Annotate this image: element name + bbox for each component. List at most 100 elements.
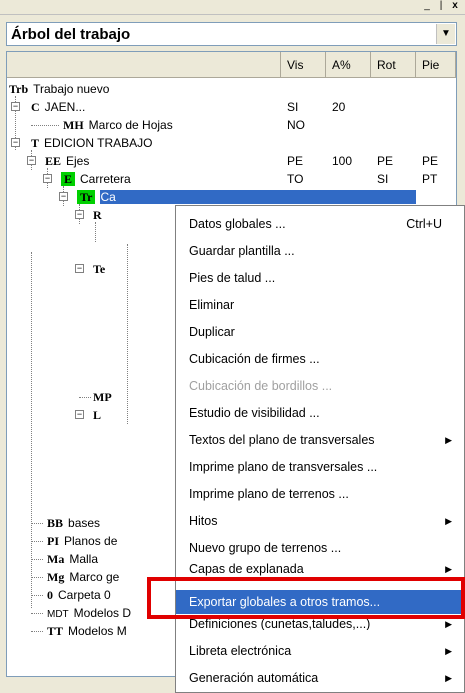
tree-line <box>79 397 91 398</box>
tree-row[interactable]: Trb Trabajo nuevo <box>7 80 456 98</box>
menu-item-imprime-plano-terrenos[interactable]: Imprime plano de terrenos ... <box>176 482 464 506</box>
header-rot[interactable]: Rot <box>371 52 416 78</box>
node-label: Carpeta 0 <box>58 588 111 602</box>
maximize-button[interactable]: | <box>434 1 448 12</box>
node-code: Mg <box>47 570 65 584</box>
node-code: Trb <box>9 82 29 96</box>
node-label: Ca <box>100 190 416 204</box>
node-label: bases <box>68 516 101 530</box>
menu-item-label: Capas de explanada <box>189 562 304 576</box>
node-code: MDT <box>47 609 69 620</box>
node-label: JAEN... <box>44 100 86 114</box>
menu-item-generacion-automatica[interactable]: Generación automática ▶ <box>176 666 464 690</box>
minimize-button[interactable]: _ <box>420 1 434 12</box>
tree-line <box>31 523 43 524</box>
header-a[interactable]: A% <box>326 52 371 78</box>
menu-item-libreta-electronica[interactable]: Libreta electrónica ▶ <box>176 639 464 663</box>
menu-item-definiciones[interactable]: Definiciones (cunetas,taludes,...) ▶ <box>176 618 464 630</box>
tree-row[interactable]: MH Marco de Hojas NO <box>7 116 456 134</box>
tree-line <box>31 125 59 126</box>
submenu-arrow-icon: ▶ <box>445 673 452 683</box>
cell-vis: TO <box>287 172 304 186</box>
menu-item-label: Datos globales ... <box>189 217 286 231</box>
node-label: Marco ge <box>69 570 120 584</box>
cell-vis: NO <box>287 118 305 132</box>
expand-toggle-icon[interactable]: − <box>11 138 20 147</box>
menu-item-estudio-visibilidad[interactable]: Estudio de visibilidad ... <box>176 401 464 425</box>
header-vis[interactable]: Vis <box>281 52 326 78</box>
cell-rot: SI <box>377 172 389 186</box>
cell-a: 100 <box>332 154 353 168</box>
tree-line <box>31 595 43 596</box>
menu-item-eliminar[interactable]: Eliminar <box>176 293 464 317</box>
tree-row[interactable]: − EE Ejes PE 100 PE PE <box>7 152 456 170</box>
node-label: Carretera <box>80 172 131 186</box>
tree-line <box>31 541 43 542</box>
node-label: Planos de <box>64 534 118 548</box>
cell-rot: PE <box>377 154 394 168</box>
tree-line <box>31 631 43 632</box>
submenu-arrow-icon: ▶ <box>445 646 452 656</box>
expand-toggle-icon[interactable]: − <box>11 102 20 111</box>
menu-item-label: Duplicar <box>189 325 235 339</box>
node-code: TT <box>47 624 64 638</box>
menu-item-datos-globales[interactable]: Datos globales ... Ctrl+U <box>176 212 464 236</box>
menu-item-label: Estudio de visibilidad ... <box>189 406 320 420</box>
node-code: BB <box>47 516 64 530</box>
tree-row-selected[interactable]: − Tr Ca <box>7 188 456 206</box>
menu-item-label: Generación automática <box>189 671 319 685</box>
menu-item-label: Guardar plantilla ... <box>189 244 295 258</box>
expand-toggle-icon[interactable]: − <box>75 264 84 273</box>
menu-item-pies-de-talud[interactable]: Pies de talud ... <box>176 266 464 290</box>
tree-line <box>31 559 43 560</box>
menu-item-label: Definiciones (cunetas,taludes,...) <box>189 618 371 630</box>
expand-toggle-icon[interactable]: − <box>43 174 52 183</box>
menu-item-label: Textos del plano de transversales <box>189 433 375 447</box>
node-code: Ma <box>47 552 65 566</box>
node-code: E <box>61 172 76 186</box>
node-code: EE <box>45 154 62 168</box>
node-label: EDICION TRABAJO <box>44 136 153 150</box>
submenu-arrow-icon: ▶ <box>445 516 452 526</box>
expand-toggle-icon[interactable]: − <box>59 192 68 201</box>
node-label: Malla <box>69 552 99 566</box>
close-button[interactable]: x <box>448 1 462 12</box>
submenu-arrow-icon: ▶ <box>445 619 452 629</box>
menu-item-label: Libreta electrónica <box>189 644 292 658</box>
view-selector-combo[interactable]: Árbol del trabajo ▼ <box>6 22 457 46</box>
expand-toggle-icon[interactable]: − <box>27 156 36 165</box>
menu-item-cubicacion-firmes[interactable]: Cubicación de firmes ... <box>176 347 464 371</box>
menu-item-cubicacion-bordillos: Cubicación de bordillos ... <box>176 374 464 398</box>
expand-toggle-icon[interactable]: − <box>75 410 84 419</box>
menu-item-label: Cubicación de bordillos ... <box>189 379 333 393</box>
submenu-arrow-icon: ▶ <box>445 564 452 574</box>
menu-item-imprime-plano-transversales[interactable]: Imprime plano de transversales ... <box>176 455 464 479</box>
tree-row[interactable]: − T EDICION TRABAJO <box>7 134 456 152</box>
combo-selected-value: Árbol del trabajo <box>11 26 131 43</box>
cell-pie: PE <box>422 154 439 168</box>
node-code: Te <box>93 262 106 276</box>
node-label: Marco de Hojas <box>88 118 173 132</box>
tree-row[interactable]: − E Carretera TO SI PT <box>7 170 456 188</box>
cell-pie: PT <box>422 172 438 186</box>
menu-item-hitos[interactable]: Hitos ▶ <box>176 509 464 533</box>
header-name[interactable] <box>7 52 281 78</box>
header-pie[interactable]: Pie <box>416 52 456 78</box>
menu-item-nuevo-grupo-terrenos[interactable]: Nuevo grupo de terrenos ... <box>176 536 464 560</box>
menu-item-duplicar[interactable]: Duplicar <box>176 320 464 344</box>
tree-line <box>31 577 43 578</box>
tree-line <box>31 613 43 614</box>
menu-item-label: Pies de talud ... <box>189 271 276 285</box>
node-label: Trabajo nuevo <box>33 82 110 96</box>
menu-item-textos-plano-transversales[interactable]: Textos del plano de transversales ▶ <box>176 428 464 452</box>
tree-row[interactable]: − C JAEN... SI 20 <box>7 98 456 116</box>
menu-item-capas-explanada[interactable]: Capas de explanada ▶ <box>176 560 464 578</box>
highlight-annotation-box <box>147 577 465 619</box>
expand-toggle-icon[interactable]: − <box>75 210 84 219</box>
menu-item-guardar-plantilla[interactable]: Guardar plantilla ... <box>176 239 464 263</box>
node-code: C <box>31 100 40 114</box>
dropdown-arrow-icon[interactable]: ▼ <box>436 24 455 44</box>
node-code: 0 <box>47 588 53 602</box>
menu-item-label: Hitos <box>189 514 218 528</box>
node-label: Modelos D <box>73 606 132 620</box>
